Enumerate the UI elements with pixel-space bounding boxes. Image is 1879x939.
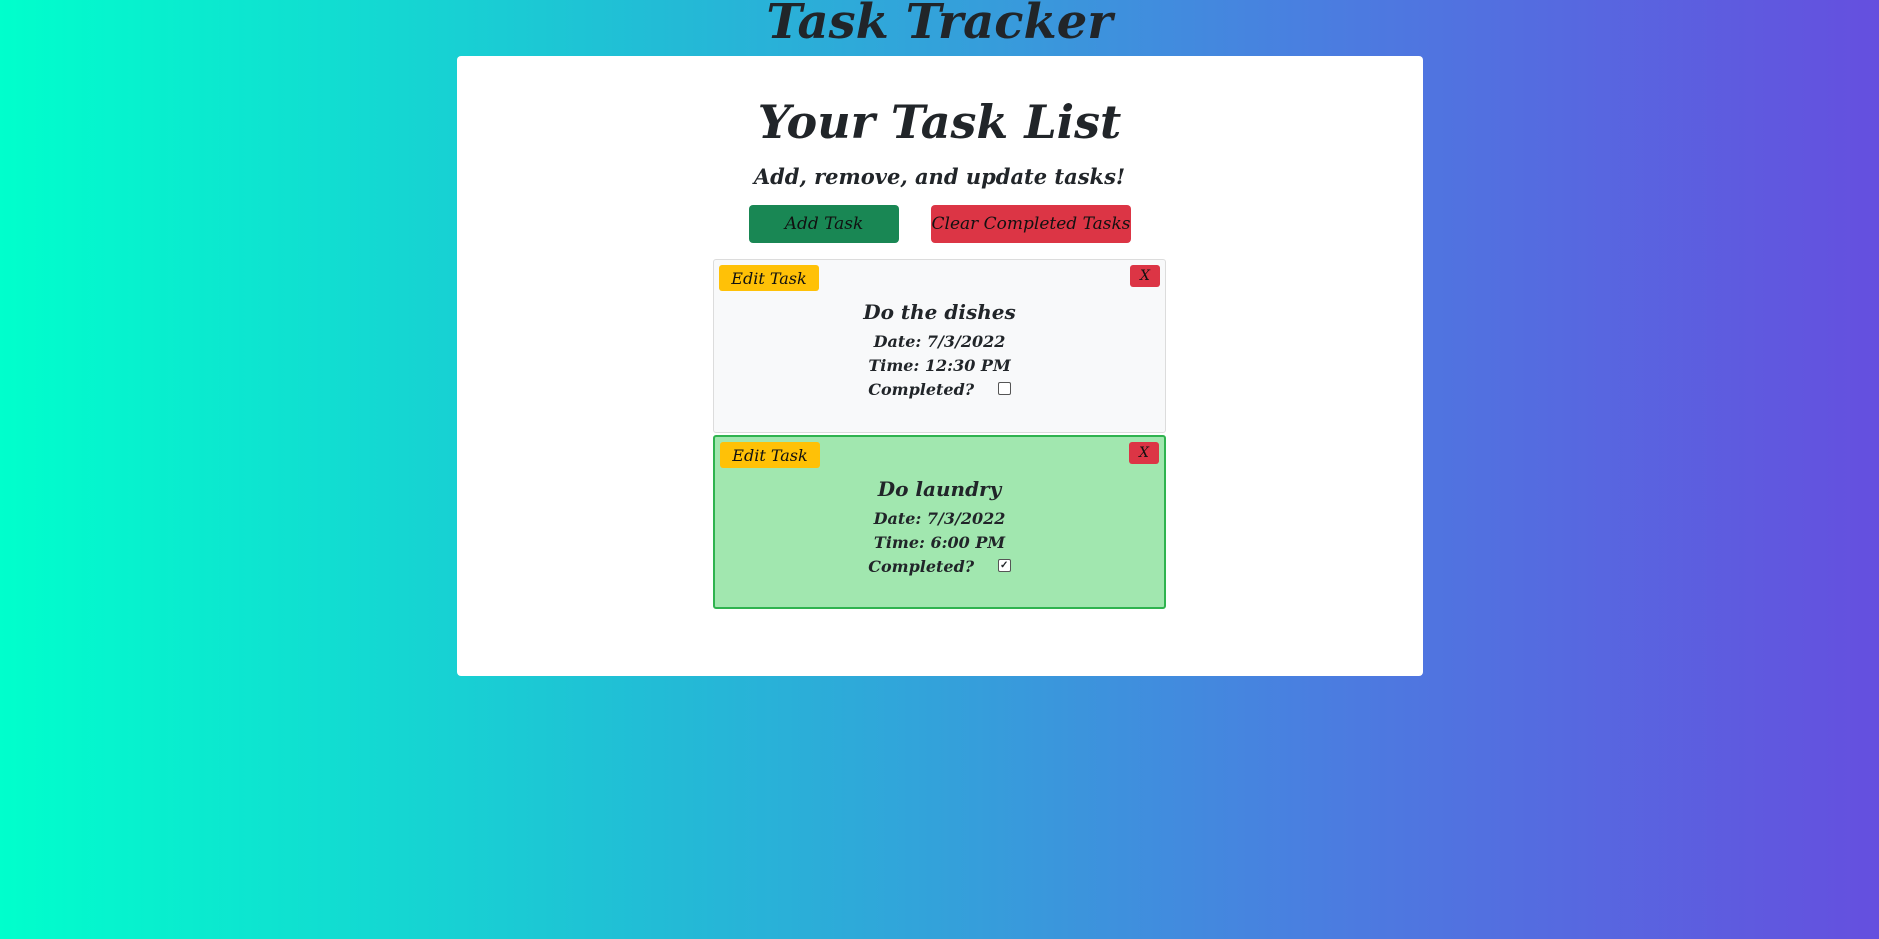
completed-checkbox[interactable]: ✓ bbox=[997, 559, 1011, 572]
task-completed-row: Completed? ✓ bbox=[715, 555, 1164, 579]
completed-label: Completed? bbox=[868, 380, 975, 399]
delete-task-button[interactable]: X bbox=[1130, 265, 1160, 287]
task-time: Time: 12:30 PM bbox=[868, 356, 1011, 375]
clear-completed-button[interactable]: Clear Completed Tasks bbox=[931, 205, 1131, 243]
app-title: Task Tracker bbox=[766, 0, 1113, 50]
edit-task-button[interactable]: Edit Task bbox=[720, 442, 820, 468]
task-name: Do laundry bbox=[877, 477, 1002, 501]
task-item: Edit Task X Do laundry Date: 7/3/2022 Ti… bbox=[713, 435, 1166, 609]
page-subtitle: Add, remove, and update tasks! bbox=[753, 164, 1126, 189]
task-time: Time: 6:00 PM bbox=[873, 533, 1006, 552]
add-task-button[interactable]: Add Task bbox=[749, 205, 899, 243]
edit-task-button[interactable]: Edit Task bbox=[719, 265, 819, 291]
completed-label: Completed? bbox=[868, 557, 975, 576]
task-name: Do the dishes bbox=[863, 300, 1016, 324]
task-item: Edit Task X Do the dishes Date: 7/3/2022… bbox=[713, 259, 1166, 433]
task-completed-row: Completed? bbox=[714, 378, 1165, 402]
delete-task-button[interactable]: X bbox=[1129, 442, 1159, 464]
task-date: Date: 7/3/2022 bbox=[873, 332, 1006, 351]
completed-checkbox[interactable] bbox=[997, 382, 1011, 395]
page-title: Your Task List bbox=[757, 95, 1122, 149]
task-date: Date: 7/3/2022 bbox=[873, 509, 1006, 528]
